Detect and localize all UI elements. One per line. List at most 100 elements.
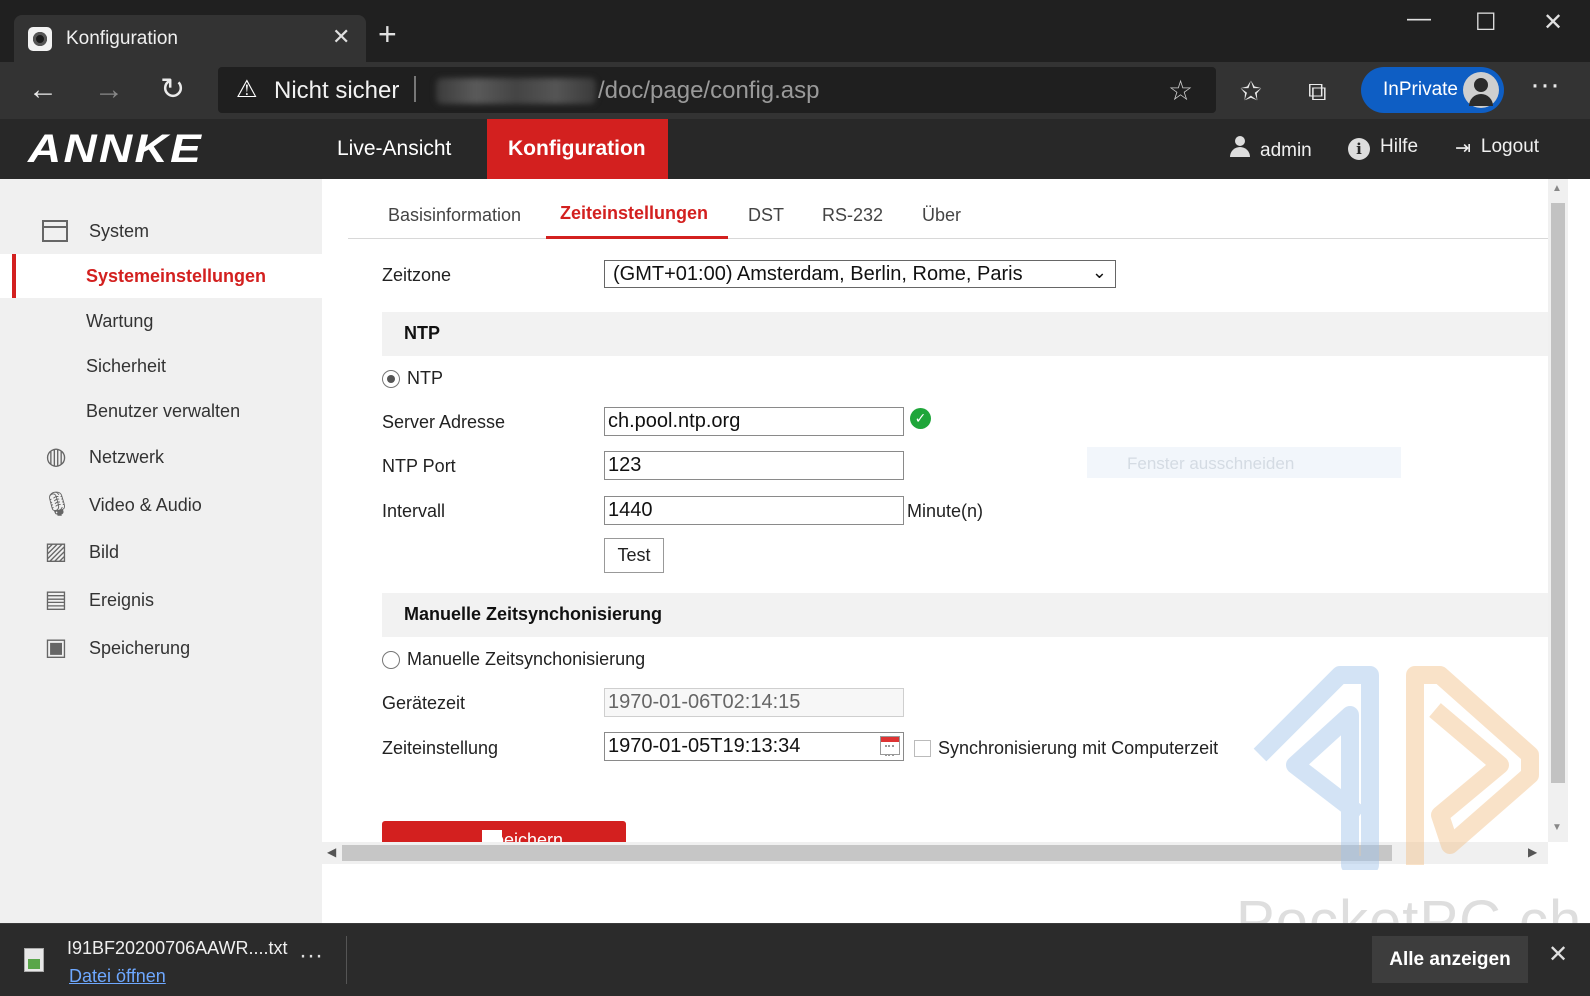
tab-dst[interactable]: DST (748, 205, 784, 226)
window-maximize-icon[interactable]: ☐ (1475, 8, 1497, 38)
user-icon (1230, 136, 1250, 158)
reload-icon[interactable]: ↻ (160, 73, 185, 107)
camera-favicon-icon (28, 27, 52, 51)
download-bar: I91BF20200706AAWR....txt Datei öffnen ··… (0, 923, 1590, 996)
new-tab-icon[interactable]: + (378, 16, 397, 52)
sidebar-item-label: Bild (89, 542, 120, 562)
calendar-list-icon: ▤ (44, 586, 68, 613)
inprivate-label: InPrivate (1383, 79, 1458, 100)
sync-computer-time-checkbox[interactable] (914, 740, 931, 757)
save-button[interactable]: Speichern (382, 821, 626, 843)
server-address-input[interactable] (604, 407, 904, 436)
sidebar-item-label: Wartung (86, 311, 154, 331)
vertical-scrollbar[interactable]: ▲ ▼ (1548, 179, 1568, 842)
user-admin[interactable]: admin (1230, 136, 1312, 162)
floppy-disk-icon: ▣ (44, 634, 68, 661)
server-address-label: Server Adresse (382, 412, 506, 432)
tab-rs232[interactable]: RS-232 (822, 205, 883, 226)
blurred-host (436, 78, 596, 104)
forward-arrow-icon[interactable]: → (94, 73, 124, 107)
sidebar-item-sicherheit[interactable]: Sicherheit (0, 344, 322, 388)
browser-tab[interactable]: Konfiguration ✕ (14, 15, 366, 62)
download-filename[interactable]: I91BF20200706AAWR....txt (67, 938, 287, 959)
sidebar-item-label: Netzwerk (89, 447, 165, 467)
sidebar-item-system[interactable]: System (0, 209, 322, 253)
logout-label: Logout (1480, 136, 1540, 157)
manual-sync-radio[interactable] (382, 651, 400, 669)
time-setting-field[interactable] (604, 732, 904, 761)
sidebar-item-systemeinstellungen[interactable]: Systemeinstellungen (0, 254, 322, 298)
more-options-icon[interactable]: ··· (1530, 68, 1560, 102)
horizontal-scroll-thumb[interactable] (342, 845, 1392, 861)
check-circle-icon: ✓ (910, 408, 931, 429)
device-time-label: Gerätezeit (382, 693, 466, 713)
open-file-link[interactable]: Datei öffnen (69, 966, 166, 987)
ntp-radio[interactable] (382, 370, 400, 388)
address-separator (414, 76, 416, 102)
download-more-icon[interactable]: ··· (299, 942, 323, 970)
nav-live-view[interactable]: Live-Ansicht (316, 119, 472, 179)
help-link[interactable]: i Hilfe (1348, 136, 1418, 160)
text-file-icon (24, 948, 44, 972)
sidebar-item-label: Sicherheit (86, 356, 167, 376)
timezone-select[interactable]: (GMT+01:00) Amsterdam, Berlin, Rome, Par… (604, 260, 1116, 288)
vertical-scroll-thumb[interactable] (1551, 203, 1565, 783)
sidebar-item-wartung[interactable]: Wartung (0, 299, 322, 343)
address-bar[interactable]: ⚠ Nicht sicher /doc/page/config.asp ☆ (218, 67, 1216, 113)
sidebar-item-label: Benutzer verwalten (86, 401, 241, 421)
favorites-icon[interactable]: ✩ (1240, 74, 1262, 108)
not-secure-label[interactable]: Nicht sicher (274, 77, 399, 105)
config-tabs: Basisinformation Zeiteinstellungen DST R… (348, 195, 1549, 239)
sidebar-item-netzwerk[interactable]: ◍ Netzwerk (0, 435, 322, 479)
sidebar: System Systemeinstellungen Wartung Siche… (0, 179, 322, 923)
manual-section-title: Manuelle Zeitsynchonisierung (404, 604, 663, 624)
globe-icon: ◍ (45, 443, 67, 470)
active-tab-underline (546, 236, 728, 239)
time-setting-input[interactable] (604, 732, 904, 761)
sidebar-item-benutzer[interactable]: Benutzer verwalten (0, 389, 322, 433)
sidebar-item-bild[interactable]: ▨ Bild (0, 530, 322, 574)
scroll-left-icon[interactable]: ◀ (327, 845, 336, 859)
window-minimize-icon[interactable]: — (1407, 4, 1431, 34)
device-time-input (604, 688, 904, 717)
user-name: admin (1260, 140, 1312, 161)
back-arrow-icon[interactable]: ← (28, 73, 58, 107)
sidebar-item-speicherung[interactable]: ▣ Speicherung (0, 626, 322, 670)
show-all-downloads-button[interactable]: Alle anzeigen (1372, 936, 1528, 983)
calendar-icon[interactable] (880, 736, 900, 756)
sidebar-item-label: Ereignis (89, 590, 155, 610)
tab-basisinformation[interactable]: Basisinformation (388, 205, 521, 226)
sidebar-item-video-audio[interactable]: 🎙 Video & Audio (0, 483, 322, 527)
sync-computer-time-label: Synchronisierung mit Computerzeit (938, 738, 1219, 758)
scroll-down-icon[interactable]: ▼ (1552, 822, 1562, 833)
window-close-icon[interactable]: ✕ (1543, 8, 1563, 38)
interval-label: Intervall (382, 501, 446, 521)
download-bar-close-icon[interactable]: ✕ (1548, 940, 1568, 969)
watermark-logo-icon (1253, 666, 1539, 870)
inprivate-button[interactable]: InPrivate (1361, 67, 1504, 113)
ntp-port-input[interactable] (604, 451, 904, 480)
logout-link[interactable]: ⇥ Logout (1455, 136, 1539, 160)
tab-zeiteinstellungen[interactable]: Zeiteinstellungen (560, 203, 708, 224)
add-favorite-star-icon[interactable]: ☆ (1168, 74, 1193, 107)
warning-triangle-icon: ⚠ (236, 76, 258, 103)
tab-title: Konfiguration (66, 28, 178, 49)
sidebar-item-ereignis[interactable]: ▤ Ereignis (0, 578, 322, 622)
sidebar-item-label: Video & Audio (89, 495, 202, 515)
url-path[interactable]: /doc/page/config.asp (598, 77, 820, 105)
time-setting-label: Zeiteinstellung (382, 738, 499, 758)
ghost-tooltip: Fenster ausschneiden (1087, 447, 1401, 478)
scroll-up-icon[interactable]: ▲ (1552, 183, 1562, 194)
sidebar-item-label: System (89, 221, 150, 241)
image-icon: ▨ (44, 538, 68, 565)
interval-input[interactable] (604, 496, 904, 525)
tab-ueber[interactable]: Über (922, 205, 961, 226)
microphone-icon: 🎙 (42, 491, 73, 518)
sidebar-item-label: Systemeinstellungen (86, 266, 267, 286)
collections-icon[interactable]: ⧉ (1308, 74, 1327, 108)
tab-close-icon[interactable]: ✕ (332, 25, 350, 49)
nav-configuration[interactable]: Konfiguration (487, 119, 668, 179)
app-header: ANNKE Live-Ansicht Konfiguration admin i… (0, 119, 1590, 179)
timezone-label: Zeitzone (382, 265, 452, 285)
test-button[interactable]: Test (604, 538, 664, 573)
